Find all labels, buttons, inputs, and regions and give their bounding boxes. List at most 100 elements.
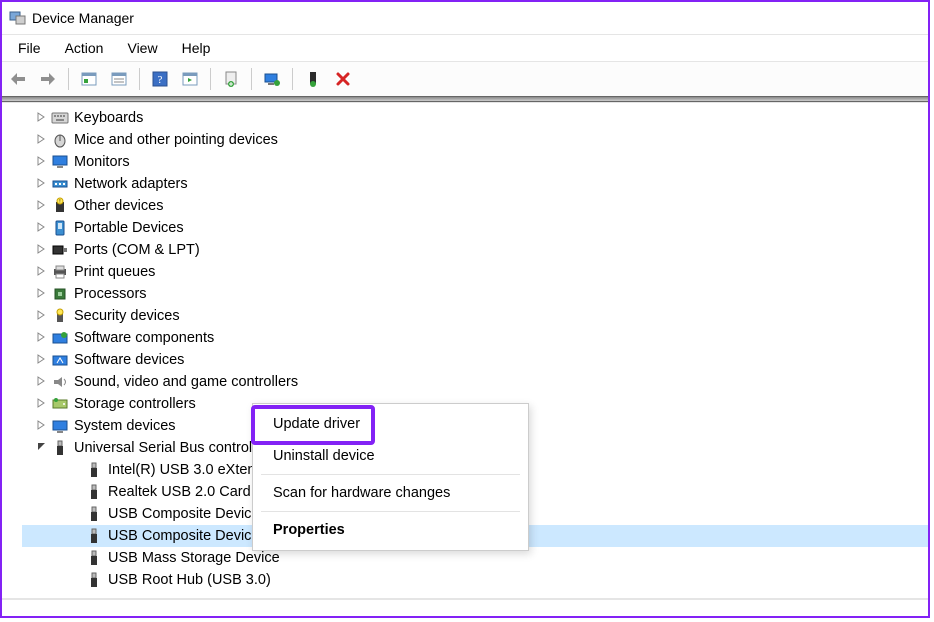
tree-node-label: USB Mass Storage Device (108, 550, 280, 566)
svg-text:?: ? (158, 74, 163, 86)
uninstall-device-button[interactable] (329, 65, 357, 93)
show-hide-console-tree-button[interactable] (75, 65, 103, 93)
menu-action[interactable]: Action (53, 37, 116, 59)
keyboard-icon (52, 110, 68, 126)
scan-hardware-button[interactable] (258, 65, 286, 93)
context-menu-item[interactable]: Uninstall device (253, 440, 528, 472)
cpu-icon (52, 286, 68, 302)
tree-node[interactable]: Software components (22, 327, 928, 349)
storage-icon (52, 396, 68, 412)
device-manager-window: Device Manager File Action View Help ? (0, 0, 930, 618)
chevron-right-icon[interactable] (36, 398, 46, 411)
chevron-right-icon[interactable] (36, 222, 46, 235)
system-icon (52, 418, 68, 434)
context-menu-item[interactable]: Properties (253, 514, 528, 546)
tree-node-label: Mice and other pointing devices (74, 132, 278, 148)
chevron-down-icon[interactable] (36, 442, 46, 454)
chevron-right-icon[interactable] (36, 332, 46, 345)
tree-node[interactable]: Ports (COM & LPT) (22, 239, 928, 261)
titlebar: Device Manager (2, 2, 928, 35)
tree-node[interactable]: Sound, video and game controllers (22, 371, 928, 393)
tree-node-label: Processors (74, 286, 147, 302)
toolbar-separator (210, 68, 211, 90)
toolbar-separator (68, 68, 69, 90)
tree-node-label: Portable Devices (74, 220, 184, 236)
tree-node-label: USB Composite Device (108, 528, 260, 544)
context-menu-item[interactable]: Scan for hardware changes (253, 477, 528, 509)
tree-node-child[interactable]: USB Root Hub (USB 3.0) (22, 569, 928, 591)
menu-view[interactable]: View (115, 37, 169, 59)
tree-node-label: Realtek USB 2.0 Card (108, 484, 251, 500)
chevron-right-icon[interactable] (36, 178, 46, 191)
tree-node[interactable]: Print queues (22, 261, 928, 283)
usb-plug-icon (86, 484, 102, 500)
update-driver-button[interactable] (217, 65, 245, 93)
tree-node[interactable]: Security devices (22, 305, 928, 327)
port-icon (52, 242, 68, 258)
toolbar: ? (2, 62, 928, 96)
sound-icon (52, 374, 68, 390)
chevron-right-icon[interactable] (36, 134, 46, 147)
usb-plug-icon (86, 550, 102, 566)
chevron-right-icon[interactable] (36, 376, 46, 389)
tree-node-label: Software components (74, 330, 214, 346)
action-sheet-button[interactable] (176, 65, 204, 93)
tree-node-label: Ports (COM & LPT) (74, 242, 200, 258)
context-menu-separator (261, 474, 520, 475)
toolbar-separator (139, 68, 140, 90)
tree-node[interactable]: !Other devices (22, 195, 928, 217)
context-menu: Update driverUninstall device Scan for ha… (252, 403, 529, 551)
chevron-right-icon[interactable] (36, 288, 46, 301)
tree-node[interactable]: Processors (22, 283, 928, 305)
menu-file[interactable]: File (6, 37, 53, 59)
tree-panel: Keyboards Mice and other pointing devices… (2, 102, 928, 599)
tree-node[interactable]: Network adapters (22, 173, 928, 195)
tree-node-label: Universal Serial Bus controllers (74, 440, 275, 456)
forward-button[interactable] (34, 65, 62, 93)
app-icon (10, 10, 26, 26)
context-menu-separator (261, 511, 520, 512)
tree-node[interactable]: Keyboards (22, 107, 928, 129)
tree-node-label: USB Root Hub (USB 3.0) (108, 572, 271, 588)
svg-text:!: ! (59, 199, 60, 205)
tree-node-label: Keyboards (74, 110, 143, 126)
horizontal-scroll-area[interactable] (2, 599, 928, 616)
menu-help[interactable]: Help (170, 37, 223, 59)
tree-node-label: USB Composite Device (108, 506, 260, 522)
chevron-right-icon[interactable] (36, 266, 46, 279)
chevron-right-icon[interactable] (36, 156, 46, 169)
tree-node-label: Security devices (74, 308, 180, 324)
tree-node-label: Print queues (74, 264, 155, 280)
chevron-right-icon[interactable] (36, 112, 46, 125)
usb-plug-icon (86, 462, 102, 478)
help-button[interactable]: ? (146, 65, 174, 93)
chevron-right-icon[interactable] (36, 200, 46, 213)
tree-node-label: Intel(R) USB 3.0 eXten (108, 462, 256, 478)
chevron-right-icon[interactable] (36, 420, 46, 433)
tree-node-label: Sound, video and game controllers (74, 374, 298, 390)
chevron-right-icon[interactable] (36, 244, 46, 257)
tree-node[interactable]: Software devices (22, 349, 928, 371)
swdev-icon (52, 352, 68, 368)
portable-icon (52, 220, 68, 236)
tree-node[interactable]: Monitors (22, 151, 928, 173)
swcomp-icon (52, 330, 68, 346)
back-button[interactable] (4, 65, 32, 93)
chevron-right-icon[interactable] (36, 310, 46, 323)
usb-plug-icon (86, 506, 102, 522)
usb-icon (52, 440, 68, 456)
tree-node-label: Software devices (74, 352, 184, 368)
usb-plug-icon (86, 572, 102, 588)
monitor-icon (52, 154, 68, 170)
mouse-icon (52, 132, 68, 148)
properties-button[interactable] (105, 65, 133, 93)
context-menu-item[interactable]: Update driver (253, 408, 528, 440)
menubar: File Action View Help (2, 35, 928, 62)
tree-node-label: Storage controllers (74, 396, 196, 412)
tree-node[interactable]: Mice and other pointing devices (22, 129, 928, 151)
tree-node[interactable]: Portable Devices (22, 217, 928, 239)
enable-device-button[interactable] (299, 65, 327, 93)
tree-node-label: Network adapters (74, 176, 188, 192)
chevron-right-icon[interactable] (36, 354, 46, 367)
usb-plug-icon (86, 528, 102, 544)
